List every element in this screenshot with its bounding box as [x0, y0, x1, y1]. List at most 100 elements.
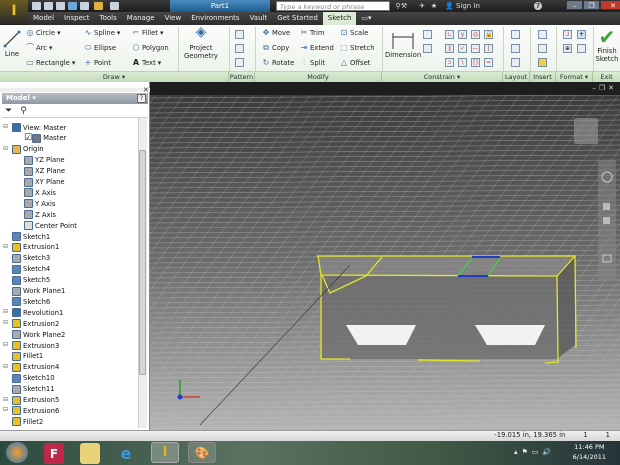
- taskbar-clock[interactable]: 11:46 PM 6/14/2011: [573, 442, 606, 462]
- horizontal-constraint-icon[interactable]: —: [471, 44, 480, 53]
- taskbar-inventor-icon[interactable]: I: [151, 442, 179, 463]
- browser-drag-bar[interactable]: [0, 88, 150, 92]
- driven-dimension-icon[interactable]: [577, 44, 586, 53]
- browser-item[interactable]: Sketch4: [12, 264, 50, 275]
- copy-button[interactable]: ⧉ Copy: [262, 44, 289, 53]
- trim-button[interactable]: ✂ Trim: [300, 29, 325, 38]
- tab-inspect[interactable]: Inspect: [59, 12, 95, 25]
- extend-button[interactable]: ⇥ Extend: [300, 44, 334, 53]
- browser-item[interactable]: Work Plane2: [12, 329, 65, 340]
- scale-button[interactable]: ⊡ Scale: [340, 29, 369, 38]
- redo-icon[interactable]: [80, 2, 89, 10]
- auto-dimension-icon[interactable]: [423, 30, 432, 39]
- browser-item[interactable]: Extrusion6: [12, 405, 59, 416]
- tab-get-started[interactable]: Get Started: [272, 12, 323, 25]
- application-menu-button[interactable]: I: [0, 0, 28, 24]
- perpendicular-constraint-icon[interactable]: ✓: [458, 44, 467, 53]
- start-button[interactable]: [6, 442, 28, 463]
- expand-toggle[interactable]: ⊟: [3, 243, 8, 250]
- insert-acad-icon[interactable]: [538, 58, 547, 67]
- rectangle-button[interactable]: ▭ Rectangle ▾: [26, 59, 75, 68]
- arc-button[interactable]: ⌒ Arc ▾: [26, 44, 52, 53]
- fillet-button[interactable]: ⌐ Fillet ▾: [132, 29, 164, 38]
- vertical-constraint-icon[interactable]: |: [484, 44, 493, 53]
- layout-make-part-icon[interactable]: [511, 30, 520, 39]
- browser-item[interactable]: Sketch3: [12, 253, 50, 264]
- offset-button[interactable]: △ Offset: [340, 59, 371, 68]
- taskbar-explorer-icon[interactable]: [80, 443, 100, 464]
- browser-item[interactable]: Fillet1: [12, 351, 43, 362]
- browser-item[interactable]: XZ Plane: [24, 166, 65, 177]
- taskbar-paint-icon[interactable]: 🎨: [188, 442, 216, 463]
- polygon-button[interactable]: ⬡ Polygon: [132, 44, 169, 53]
- navigation-bar[interactable]: [598, 160, 616, 280]
- system-tray[interactable]: ▴⚑▭🔊: [514, 448, 555, 456]
- symmetric-constraint-icon[interactable]: []: [471, 58, 480, 67]
- close-icon[interactable]: ✕: [600, 0, 620, 10]
- browser-item[interactable]: Sketch5: [12, 275, 50, 286]
- centerline-icon[interactable]: +: [577, 30, 586, 39]
- expand-toggle[interactable]: ⊟: [3, 363, 8, 370]
- browser-help-icon[interactable]: ?: [137, 94, 146, 103]
- search-input[interactable]: Type a keyword or phrase: [276, 1, 390, 11]
- browser-item[interactable]: Extrusion5: [12, 395, 59, 406]
- move-button[interactable]: ✥ Move: [262, 29, 291, 38]
- favorites-star-icon[interactable]: ★: [430, 2, 438, 10]
- taskbar-app-flashcards-icon[interactable]: F: [44, 443, 64, 464]
- help-icon[interactable]: ?: [534, 2, 542, 10]
- taskbar-internet-explorer-icon[interactable]: e: [115, 443, 137, 464]
- ellipse-button[interactable]: ⬭ Ellipse: [84, 44, 116, 53]
- expand-toggle[interactable]: ⊟: [3, 341, 8, 348]
- viewcube[interactable]: [574, 118, 598, 144]
- collinear-constraint-icon[interactable]: y: [458, 30, 467, 39]
- document-window-controls[interactable]: –❐✕: [592, 84, 617, 92]
- panel-constrain[interactable]: Constrain ▾: [382, 72, 503, 82]
- browser-item[interactable]: Extrusion3: [12, 340, 59, 351]
- ribbon-options-icon[interactable]: ▭▾: [356, 12, 376, 25]
- tab-model[interactable]: Model: [28, 12, 59, 25]
- browser-item[interactable]: X Axis: [24, 187, 56, 198]
- spline-button[interactable]: ∿ Spline ▾: [84, 29, 121, 38]
- coincident-constraint-icon[interactable]: ∟: [445, 30, 454, 39]
- text-button[interactable]: A Text ▾: [132, 59, 161, 68]
- expand-toggle[interactable]: ⊟: [3, 145, 8, 152]
- finish-sketch-button[interactable]: ✔ Finish Sketch: [594, 27, 620, 63]
- rotate-button[interactable]: ↻ Rotate: [262, 59, 295, 68]
- expand-toggle[interactable]: ⊟: [3, 123, 8, 130]
- construction-icon[interactable]: ⅃: [563, 30, 572, 39]
- wrench-icon[interactable]: ⚒: [400, 2, 408, 10]
- tab-sketch[interactable]: Sketch: [322, 12, 357, 25]
- parallel-constraint-icon[interactable]: ∥: [445, 44, 454, 53]
- browser-item[interactable]: XY Plane: [24, 177, 65, 188]
- pan-icon[interactable]: [603, 203, 610, 210]
- browser-title[interactable]: Model ▾: [2, 93, 148, 104]
- select-icon[interactable]: [110, 2, 119, 10]
- expand-toggle[interactable]: ⊟: [3, 308, 8, 315]
- browser-item[interactable]: ☑ Master: [24, 133, 66, 144]
- restore-icon[interactable]: ❐: [583, 0, 600, 10]
- circular-pattern-icon[interactable]: [235, 44, 244, 53]
- concentric-constraint-icon[interactable]: ◎: [471, 30, 480, 39]
- find-binoculars-icon[interactable]: ⚲: [20, 106, 27, 116]
- visibility-checkbox[interactable]: ☑: [24, 133, 32, 143]
- project-geometry-button[interactable]: ◈ Project Geometry: [184, 25, 218, 60]
- browser-item[interactable]: Origin: [12, 144, 44, 155]
- graphics-viewport[interactable]: [150, 95, 620, 430]
- browser-item[interactable]: Extrusion2: [12, 318, 59, 329]
- show-constraints-icon[interactable]: [423, 44, 432, 53]
- point-button[interactable]: + Point: [84, 59, 111, 68]
- stretch-button[interactable]: ⬚ Stretch: [340, 44, 374, 53]
- dimension-button[interactable]: Dimension: [385, 31, 421, 59]
- center-point-icon[interactable]: ⊕: [563, 44, 572, 53]
- browser-item[interactable]: Fillet2: [12, 416, 43, 427]
- tab-view[interactable]: View: [160, 12, 187, 25]
- subscription-icon[interactable]: ✈: [418, 2, 426, 10]
- browser-item[interactable]: Center Point: [24, 220, 77, 231]
- mirror-icon[interactable]: [235, 58, 244, 67]
- expand-toggle[interactable]: ⊟: [3, 319, 8, 326]
- open-icon[interactable]: [44, 2, 53, 10]
- minimize-icon[interactable]: –: [566, 0, 583, 10]
- new-icon[interactable]: [32, 2, 41, 10]
- fix-constraint-icon[interactable]: 🔒: [484, 30, 493, 39]
- browser-item[interactable]: Sketch1: [12, 231, 50, 242]
